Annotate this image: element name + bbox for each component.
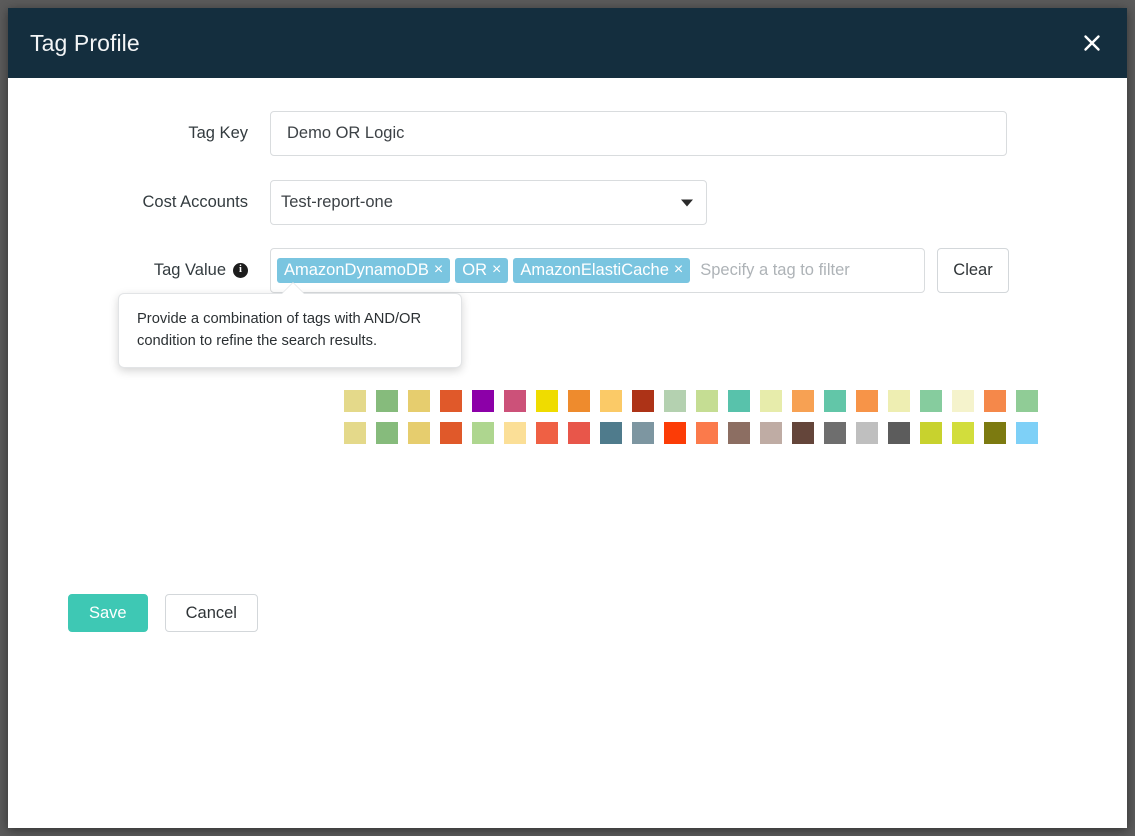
tag-chip[interactable]: AmazonElastiCache × [513,257,691,284]
color-swatch[interactable] [792,422,814,444]
color-swatch[interactable] [568,390,590,412]
color-swatch[interactable] [664,422,686,444]
color-swatch[interactable] [664,390,686,412]
cancel-button[interactable]: Cancel [164,594,258,632]
color-swatch[interactable] [856,390,878,412]
color-swatch[interactable] [440,390,462,412]
color-swatch[interactable] [824,422,846,444]
clear-button[interactable]: Clear [937,248,1009,293]
color-swatch[interactable] [856,422,878,444]
color-swatch[interactable] [952,390,974,412]
color-swatch[interactable] [504,422,526,444]
close-glyph [1084,35,1100,51]
color-picker [344,390,1038,454]
tag-chip[interactable]: AmazonDynamoDB × [277,257,451,284]
color-swatch[interactable] [824,390,846,412]
color-swatch[interactable] [632,390,654,412]
tag-profile-modal: Tag Profile Tag Key Cost Accounts Test-r… [8,8,1127,828]
tag-value-control: AmazonDynamoDB × OR × AmazonElastiCache … [270,248,1009,293]
color-swatch[interactable] [440,422,462,444]
cost-accounts-select[interactable]: Test-report-one [270,180,707,225]
save-button[interactable]: Save [68,594,148,632]
color-swatch[interactable] [1016,422,1038,444]
tag-chip-remove-icon[interactable]: × [674,262,683,278]
page-title: Tag Profile [30,29,140,56]
color-swatch[interactable] [728,390,750,412]
color-swatch[interactable] [344,390,366,412]
tag-chip-remove-icon[interactable]: × [434,262,443,278]
cost-accounts-value: Test-report-one [281,193,393,211]
color-picker-row-1 [344,390,1038,412]
color-swatch[interactable] [952,422,974,444]
color-swatch[interactable] [920,422,942,444]
modal-header: Tag Profile [8,8,1127,78]
form-actions: Save Cancel [68,594,258,632]
tag-chip-label: AmazonElastiCache [520,260,669,279]
color-swatch[interactable] [568,422,590,444]
tooltip-arrow-inner [281,283,305,295]
tag-key-label: Tag Key [188,124,248,142]
tag-value-placeholder[interactable]: Specify a tag to filter [695,261,918,280]
color-swatch[interactable] [1016,390,1038,412]
color-swatch[interactable] [600,390,622,412]
cost-accounts-label: Cost Accounts [142,193,248,211]
color-swatch[interactable] [696,422,718,444]
color-swatch[interactable] [376,390,398,412]
tag-value-tooltip: Provide a combination of tags with AND/O… [118,282,462,369]
color-swatch[interactable] [472,422,494,444]
color-swatch[interactable] [536,422,558,444]
color-swatch[interactable] [472,390,494,412]
info-icon[interactable]: i [233,262,248,278]
color-swatch[interactable] [728,422,750,444]
close-icon[interactable] [1077,28,1107,58]
color-swatch[interactable] [600,422,622,444]
color-swatch[interactable] [760,390,782,412]
cost-accounts-select-wrap: Test-report-one [270,180,707,225]
tooltip-text: Provide a combination of tags with AND/O… [137,311,422,350]
color-swatch[interactable] [408,390,430,412]
color-swatch[interactable] [344,422,366,444]
color-swatch[interactable] [888,390,910,412]
modal-body: Tag Key Cost Accounts Test-report-one Ta… [8,78,1127,828]
color-swatch[interactable] [984,422,1006,444]
color-swatch[interactable] [760,422,782,444]
color-swatch[interactable] [504,390,526,412]
color-swatch[interactable] [920,390,942,412]
color-picker-row-2 [344,422,1038,444]
color-swatch[interactable] [376,422,398,444]
color-swatch[interactable] [408,422,430,444]
tag-key-input[interactable] [270,111,1007,156]
tag-value-label-wrap: Tag Value i [30,248,270,292]
tag-value-label: Tag Value [153,261,226,279]
color-swatch[interactable] [792,390,814,412]
color-swatch[interactable] [632,422,654,444]
form-row-tag-value: Tag Value i AmazonDynamoDB × OR × Amazon… [30,248,1009,293]
color-swatch[interactable] [888,422,910,444]
form-row-tag-key: Tag Key [30,111,1007,156]
tag-value-field[interactable]: AmazonDynamoDB × OR × AmazonElastiCache … [270,248,925,293]
tag-chip[interactable]: OR × [455,257,509,284]
color-swatch[interactable] [984,390,1006,412]
screen: Tag Profile Tag Key Cost Accounts Test-r… [0,0,1135,836]
tag-chip-label: AmazonDynamoDB [284,260,429,279]
color-swatch[interactable] [696,390,718,412]
tag-chip-remove-icon[interactable]: × [492,262,501,278]
tag-chip-label: OR [462,260,487,279]
color-swatch[interactable] [536,390,558,412]
form-row-cost-accounts: Cost Accounts Test-report-one [30,180,707,225]
